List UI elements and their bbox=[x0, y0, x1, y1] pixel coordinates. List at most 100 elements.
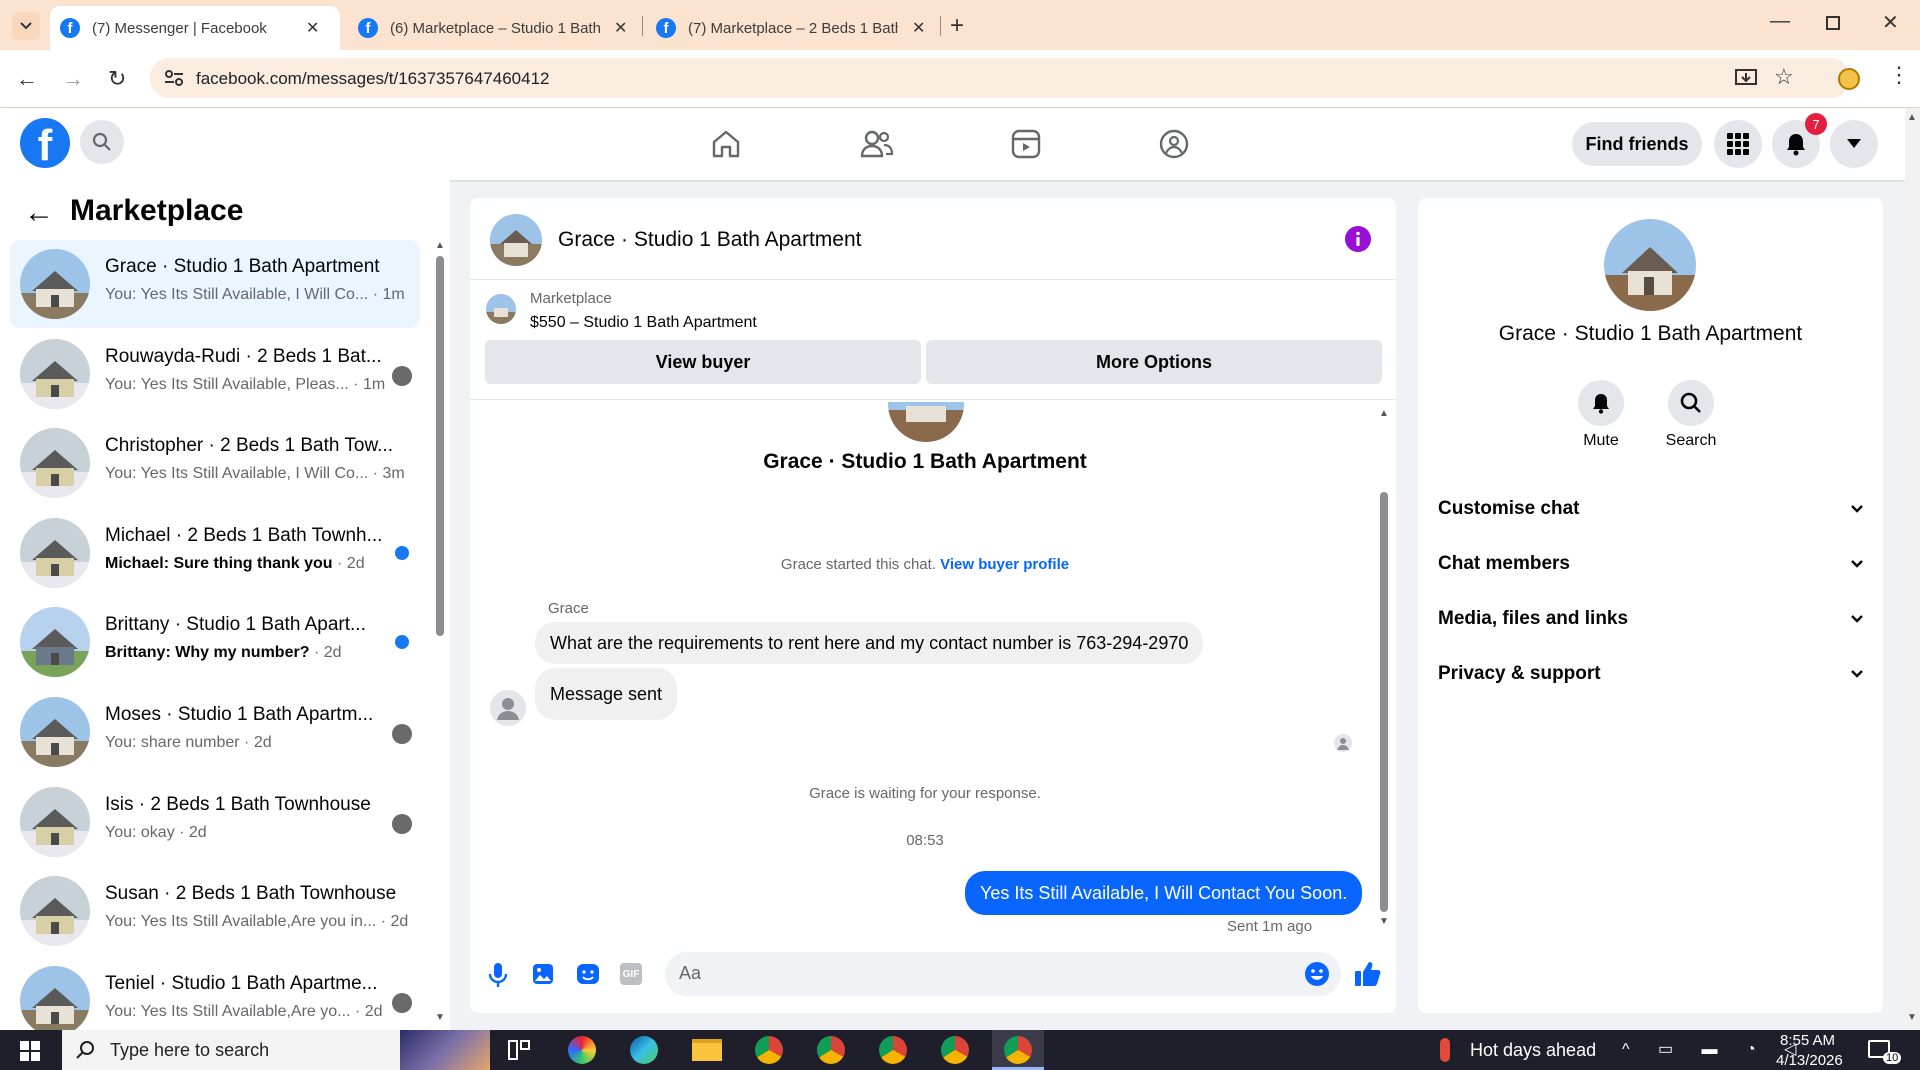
menu-button[interactable] bbox=[1714, 120, 1762, 168]
new-tab-button[interactable]: + bbox=[950, 12, 964, 40]
search-button[interactable] bbox=[80, 120, 124, 164]
unread-dot bbox=[395, 635, 409, 650]
read-receipt-avatar bbox=[392, 724, 412, 744]
chevron-down-icon bbox=[1851, 615, 1863, 623]
incoming-message[interactable]: What are the requirements to rent here a… bbox=[535, 622, 1204, 664]
conversation-item[interactable]: Isis · 2 Beds 1 Bath Townhouse You: okay … bbox=[10, 778, 420, 866]
view-buyer-profile-link[interactable]: View buyer profile bbox=[940, 556, 1069, 573]
scroll-up-arrow-icon[interactable]: ▲ bbox=[1907, 112, 1917, 123]
thumbs-up-icon[interactable] bbox=[1354, 960, 1382, 988]
install-app-icon[interactable] bbox=[1735, 68, 1757, 88]
view-buyer-button[interactable]: View buyer bbox=[485, 340, 921, 384]
chrome-profile-3-icon[interactable] bbox=[879, 1036, 907, 1064]
video-icon[interactable] bbox=[1010, 128, 1042, 160]
groups-icon[interactable] bbox=[1158, 128, 1190, 160]
clock-date[interactable]: 4/13/2026 bbox=[1776, 1052, 1843, 1069]
scroll-down-arrow-icon[interactable]: ▼ bbox=[435, 1012, 445, 1023]
conversation-item[interactable]: Rouwayda-Rudi · 2 Beds 1 Bat... You: Yes … bbox=[10, 330, 420, 418]
url-field[interactable]: facebook.com/messages/t/1637357647460412… bbox=[150, 58, 1850, 98]
incoming-message[interactable]: Message sent bbox=[535, 668, 678, 720]
scroll-up-arrow-icon[interactable]: ▲ bbox=[1379, 408, 1389, 419]
info-section-media-files-and-links[interactable]: Media, files and links bbox=[1438, 599, 1863, 639]
chrome-active-icon[interactable] bbox=[992, 1030, 1044, 1070]
outgoing-message[interactable]: Yes Its Still Available, I Will Contact … bbox=[965, 871, 1363, 915]
chrome-profile-2-icon[interactable] bbox=[817, 1036, 845, 1064]
find-friends-button[interactable]: Find friends bbox=[1572, 122, 1702, 166]
reload-icon[interactable]: ↻ bbox=[108, 66, 126, 92]
file-explorer-icon[interactable] bbox=[692, 1039, 722, 1061]
chat-avatar[interactable] bbox=[490, 214, 542, 266]
weather-text[interactable]: Hot days ahead bbox=[1470, 1040, 1596, 1061]
conversation-avatar bbox=[20, 249, 90, 319]
chat-title[interactable]: Grace · Studio 1 Bath Apartment bbox=[558, 228, 862, 252]
friends-icon[interactable] bbox=[860, 128, 894, 160]
conversation-preview-text: You: Yes Its Still Available, Pleas... bbox=[105, 375, 349, 393]
profile-avatar[interactable] bbox=[1604, 219, 1696, 311]
conversation-item[interactable]: Christopher · 2 Beds 1 Bath Tow... You: Y… bbox=[10, 419, 420, 507]
conversation-item[interactable]: Susan · 2 Beds 1 Bath Townhouse You: Yes … bbox=[10, 867, 420, 955]
conversation-item[interactable]: Michael · 2 Beds 1 Bath Townh... Michael:… bbox=[10, 509, 420, 597]
profile-icon[interactable] bbox=[1838, 68, 1860, 90]
tab-search-button[interactable] bbox=[12, 12, 40, 40]
browser-tab-marketplace-studio[interactable]: f (6) Marketplace – Studio 1 Bath ✕ bbox=[348, 6, 638, 50]
conversation-item[interactable]: Grace · Studio 1 Bath Apartment You: Yes … bbox=[10, 240, 420, 328]
scrollbar[interactable]: ▲ ▼ bbox=[435, 240, 445, 1023]
conversation-name: Christopher · 2 Beds 1 Bath Tow... bbox=[105, 435, 393, 457]
scrollbar-thumb[interactable] bbox=[1380, 492, 1388, 912]
search-highlight-image bbox=[400, 1030, 490, 1070]
clock-time[interactable]: 8:55 AM bbox=[1780, 1032, 1835, 1049]
restore-button[interactable] bbox=[1826, 16, 1840, 30]
taskbar-search-box[interactable]: Type here to search bbox=[62, 1030, 490, 1070]
info-section-privacy-support[interactable]: Privacy & support bbox=[1438, 654, 1863, 694]
close-tab-icon[interactable]: ✕ bbox=[912, 18, 925, 38]
message-input[interactable]: Aa bbox=[665, 952, 1341, 996]
more-options-button[interactable]: More Options bbox=[926, 340, 1382, 384]
listing-source: Marketplace bbox=[530, 290, 612, 307]
gif-icon[interactable]: GIF bbox=[620, 963, 642, 985]
forward-icon[interactable]: → bbox=[62, 66, 84, 92]
person-icon bbox=[497, 698, 519, 720]
scroll-down-arrow-icon[interactable]: ▼ bbox=[1379, 916, 1389, 927]
close-tab-icon[interactable]: ✕ bbox=[306, 18, 319, 38]
site-settings-icon[interactable] bbox=[164, 69, 184, 87]
emoji-icon[interactable] bbox=[1305, 962, 1329, 986]
bookmark-star-icon[interactable]: ☆ bbox=[1774, 64, 1794, 90]
back-arrow-icon[interactable]: ← bbox=[24, 196, 54, 230]
close-tab-icon[interactable]: ✕ bbox=[614, 18, 627, 38]
chat-scrollbar[interactable]: ▲ ▼ bbox=[1378, 408, 1390, 938]
notification-count-badge: 7 bbox=[1805, 113, 1827, 135]
edge-browser-icon[interactable] bbox=[630, 1036, 658, 1064]
conversation-item[interactable]: Brittany · Studio 1 Bath Apart... Brittan… bbox=[10, 598, 420, 686]
microphone-icon[interactable] bbox=[488, 962, 508, 988]
photo-icon[interactable] bbox=[532, 963, 554, 985]
search-in-chat-button[interactable] bbox=[1668, 380, 1714, 426]
scroll-up-arrow-icon[interactable]: ▲ bbox=[435, 240, 445, 251]
chrome-profile-1-icon[interactable] bbox=[755, 1036, 783, 1064]
windows-start-icon[interactable] bbox=[20, 1041, 40, 1061]
facebook-logo-icon[interactable]: f bbox=[20, 118, 70, 170]
scrollbar-thumb[interactable] bbox=[436, 256, 444, 636]
mute-button[interactable] bbox=[1578, 380, 1624, 426]
notification-count: 10 bbox=[1883, 1052, 1902, 1064]
browser-menu-icon[interactable]: ⋮ bbox=[1888, 64, 1910, 86]
browser-tab-messenger[interactable]: f (7) Messenger | Facebook ✕ bbox=[50, 6, 340, 50]
conversation-item[interactable]: Moses · Studio 1 Bath Apartm... You: shar… bbox=[10, 688, 420, 776]
task-view-icon[interactable] bbox=[508, 1040, 530, 1060]
minimize-button[interactable]: — bbox=[1770, 10, 1790, 33]
listing-thumbnail[interactable] bbox=[486, 294, 516, 324]
home-icon[interactable] bbox=[710, 128, 742, 160]
browser-tab-marketplace-2beds[interactable]: f (7) Marketplace – 2 Beds 1 Bath ✕ bbox=[646, 6, 936, 50]
account-button[interactable] bbox=[1830, 120, 1878, 168]
page-scrollbar[interactable]: ▲ ▼ bbox=[1905, 108, 1920, 1030]
info-section-chat-members[interactable]: Chat members bbox=[1438, 544, 1863, 584]
tab-title: (6) Marketplace – Studio 1 Bath bbox=[390, 19, 600, 37]
close-window-button[interactable]: ✕ bbox=[1882, 10, 1899, 35]
info-section-customise-chat[interactable]: Customise chat bbox=[1438, 489, 1863, 529]
info-icon[interactable] bbox=[1345, 226, 1371, 252]
paint-app-icon[interactable] bbox=[568, 1036, 596, 1064]
listing-title[interactable]: $550 – Studio 1 Bath Apartment bbox=[530, 314, 757, 332]
chrome-profile-4-icon[interactable] bbox=[941, 1036, 969, 1064]
sticker-icon[interactable] bbox=[576, 963, 600, 985]
scroll-down-arrow-icon[interactable]: ▼ bbox=[1907, 1012, 1917, 1023]
back-icon[interactable]: ← bbox=[16, 66, 38, 92]
